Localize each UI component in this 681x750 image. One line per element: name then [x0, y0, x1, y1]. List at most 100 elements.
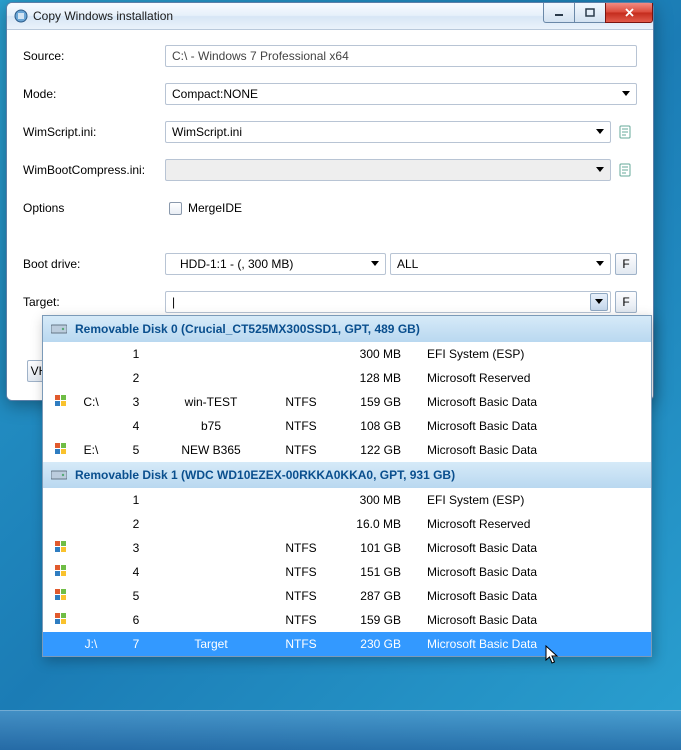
partition-type: Microsoft Basic Data: [421, 589, 643, 603]
partition-row[interactable]: 3 NTFS101 GBMicrosoft Basic Data: [43, 536, 651, 560]
filesystem: NTFS: [261, 443, 341, 457]
partition-row[interactable]: 5NTFS287 GBMicrosoft Basic Data: [43, 584, 651, 608]
wimscript-label: WimScript.ini:: [23, 125, 165, 139]
wimboot-combo[interactable]: [165, 159, 611, 181]
disk-header-text: Removable Disk 1 (WDC WD10EZEX-00RKKA0KK…: [75, 468, 455, 482]
chevron-down-icon: [592, 124, 608, 140]
partition-type: Microsoft Reserved: [421, 517, 643, 531]
filesystem: NTFS: [261, 541, 341, 555]
partition-index: 5: [111, 589, 161, 603]
disk-header: Removable Disk 1 (WDC WD10EZEX-00RKKA0KK…: [43, 462, 651, 488]
filesystem: NTFS: [261, 589, 341, 603]
partition-label: NEW B365: [161, 443, 261, 457]
partition-type: Microsoft Basic Data: [421, 541, 643, 555]
titlebar[interactable]: Copy Windows installation: [7, 3, 653, 30]
chevron-down-icon: [618, 86, 634, 102]
checkbox-icon: [169, 202, 182, 215]
chevron-down-icon: [367, 256, 383, 272]
partition-row[interactable]: E:\5NEW B365NTFS122 GBMicrosoft Basic Da…: [43, 438, 651, 462]
os-icon: [51, 394, 71, 411]
partition-row[interactable]: C:\3win-TESTNTFS159 GBMicrosoft Basic Da…: [43, 390, 651, 414]
filesystem: NTFS: [261, 395, 341, 409]
disk-header: Removable Disk 0 (Crucial_CT525MX300SSD1…: [43, 316, 651, 342]
partition-label: Target: [161, 637, 261, 651]
maximize-button[interactable]: [574, 3, 606, 23]
partition-type: Microsoft Basic Data: [421, 565, 643, 579]
partition-row[interactable]: 6 NTFS159 GBMicrosoft Basic Data: [43, 608, 651, 632]
drive-letter: C:\: [71, 395, 111, 409]
partition-index: 6: [111, 613, 161, 627]
minimize-button[interactable]: [543, 3, 575, 23]
target-dropdown-panel[interactable]: Removable Disk 0 (Crucial_CT525MX300SSD1…: [42, 315, 652, 657]
partition-row[interactable]: 2128 MBMicrosoft Reserved: [43, 366, 651, 390]
partition-type: Microsoft Basic Data: [421, 419, 643, 433]
partition-index: 1: [111, 347, 161, 361]
partition-size: 159 GB: [341, 613, 421, 627]
options-label: Options: [23, 201, 165, 215]
partition-label: b75: [161, 419, 261, 433]
partition-type: EFI System (ESP): [421, 493, 643, 507]
filesystem: NTFS: [261, 637, 341, 651]
wimboot-label: WimBootCompress.ini:: [23, 163, 165, 177]
partition-size: 300 MB: [341, 347, 421, 361]
partition-row[interactable]: J:\7TargetNTFS230 GBMicrosoft Basic Data: [43, 632, 651, 656]
partition-size: 101 GB: [341, 541, 421, 555]
wimboot-edit-button[interactable]: [615, 159, 637, 181]
wimscript-combo[interactable]: WimScript.ini: [165, 121, 611, 143]
source-field[interactable]: C:\ - Windows 7 Professional x64: [165, 45, 637, 67]
partition-type: Microsoft Basic Data: [421, 637, 643, 651]
os-icon: [51, 564, 71, 581]
disk-header-text: Removable Disk 0 (Crucial_CT525MX300SSD1…: [75, 322, 420, 336]
target-combo[interactable]: |: [165, 291, 611, 313]
close-button[interactable]: [605, 3, 653, 23]
filesystem: NTFS: [261, 565, 341, 579]
partition-index: 4: [111, 419, 161, 433]
partition-size: 122 GB: [341, 443, 421, 457]
partition-type: Microsoft Basic Data: [421, 613, 643, 627]
partition-row[interactable]: 1 300 MBEFI System (ESP): [43, 488, 651, 512]
target-label: Target:: [23, 295, 165, 309]
mode-combo[interactable]: Compact:NONE: [165, 83, 637, 105]
partition-index: 1: [111, 493, 161, 507]
chevron-down-icon: [592, 162, 608, 178]
partition-index: 2: [111, 517, 161, 531]
bootdrive-label: Boot drive:: [23, 257, 165, 271]
window-buttons: [544, 3, 653, 23]
partition-size: 230 GB: [341, 637, 421, 651]
partition-size: 16.0 MB: [341, 517, 421, 531]
partition-row[interactable]: 4 NTFS151 GBMicrosoft Basic Data: [43, 560, 651, 584]
taskbar[interactable]: [0, 710, 681, 750]
app-icon: [13, 8, 29, 24]
mode-label: Mode:: [23, 87, 165, 101]
partition-size: 108 GB: [341, 419, 421, 433]
partition-index: 3: [111, 541, 161, 555]
os-icon: [51, 612, 71, 629]
bootdrive-combo[interactable]: HDD-1:1 - (, 300 MB): [165, 253, 386, 275]
partition-row[interactable]: 2 16.0 MBMicrosoft Reserved: [43, 512, 651, 536]
chevron-down-icon: [592, 256, 608, 272]
partition-type: Microsoft Basic Data: [421, 395, 643, 409]
wimscript-edit-button[interactable]: [615, 121, 637, 143]
mergeide-checkbox[interactable]: MergeIDE: [169, 201, 242, 215]
target-f-button[interactable]: F: [615, 291, 637, 313]
os-icon: [51, 540, 71, 557]
partition-index: 4: [111, 565, 161, 579]
chevron-down-icon: [590, 293, 608, 311]
os-icon: [51, 442, 71, 459]
partition-label: win-TEST: [161, 395, 261, 409]
bootdrive-filter-combo[interactable]: ALL: [390, 253, 611, 275]
filesystem: NTFS: [261, 613, 341, 627]
partition-row[interactable]: 1 300 MBEFI System (ESP): [43, 342, 651, 366]
source-label: Source:: [23, 49, 165, 63]
partition-index: 5: [111, 443, 161, 457]
drive-letter: E:\: [71, 443, 111, 457]
partition-size: 151 GB: [341, 565, 421, 579]
filesystem: NTFS: [261, 419, 341, 433]
partition-row[interactable]: 4b75NTFS108 GBMicrosoft Basic Data: [43, 414, 651, 438]
partition-index: 2: [111, 371, 161, 385]
bootdrive-f-button[interactable]: F: [615, 253, 637, 275]
partition-type: EFI System (ESP): [421, 347, 643, 361]
drive-letter: J:\: [71, 637, 111, 651]
partition-type: Microsoft Reserved: [421, 371, 643, 385]
partition-size: 300 MB: [341, 493, 421, 507]
